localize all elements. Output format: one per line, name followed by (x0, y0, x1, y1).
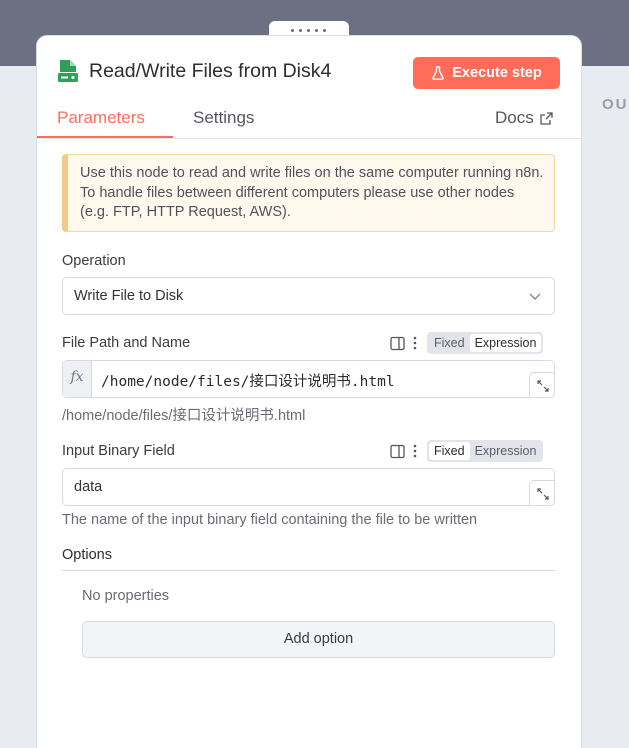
input-binary-label: Input Binary Field (62, 443, 175, 459)
add-option-button[interactable]: Add option (82, 621, 555, 658)
chevron-down-icon (529, 293, 541, 300)
options-empty-text: No properties (82, 588, 170, 604)
output-panel-label: OU (602, 96, 629, 113)
expand-icon (537, 380, 549, 392)
node-notice: Use this node to read and write files on… (62, 154, 555, 232)
active-tab-indicator (37, 136, 173, 138)
operation-select-value: Write File to Disk (74, 288, 184, 304)
node-parameters-panel: Read/Write Files from Disk4 Execute step… (37, 36, 581, 748)
file-path-mode-fixed[interactable]: Fixed (429, 334, 470, 352)
file-path-preview: /home/node/files/接口设计说明书.html (62, 408, 306, 424)
expand-editor-button[interactable] (529, 372, 555, 398)
execute-step-button[interactable]: Execute step (413, 57, 560, 89)
input-binary-mode-toggle: Fixed Expression (427, 440, 544, 462)
more-vertical-icon[interactable] (412, 444, 418, 458)
panel-header: Read/Write Files from Disk4 Execute step… (37, 36, 581, 139)
operation-select[interactable]: Write File to Disk (62, 277, 555, 315)
docs-link[interactable]: Docs (495, 108, 553, 128)
options-label: Options (62, 547, 112, 563)
input-binary-mode-expression[interactable]: Expression (470, 442, 542, 460)
panel-toggle-icon[interactable] (390, 336, 405, 351)
file-path-label: File Path and Name (62, 335, 191, 351)
node-title[interactable]: Read/Write Files from Disk4 (89, 60, 331, 83)
execute-step-label: Execute step (452, 65, 542, 81)
file-path-mode-toggle: Fixed Expression (427, 332, 544, 354)
input-binary-tools: Fixed Expression (390, 440, 544, 462)
file-path-tools: Fixed Expression (390, 332, 544, 354)
operation-label: Operation (62, 253, 126, 269)
file-disk-icon (58, 60, 78, 82)
panel-toggle-icon[interactable] (390, 444, 405, 459)
panel-body: Use this node to read and write files on… (37, 139, 581, 748)
more-vertical-icon[interactable] (412, 336, 418, 350)
file-path-expression-input[interactable]: fx /home/node/files/接口设计说明书.html (62, 360, 555, 398)
flask-icon (432, 66, 444, 80)
expression-fx-icon: fx (63, 361, 92, 397)
input-binary-value: data (74, 479, 103, 495)
expand-editor-button[interactable] (529, 480, 555, 506)
external-link-icon (540, 111, 553, 125)
input-binary-hint: The name of the input binary field conta… (62, 512, 478, 528)
input-binary-field[interactable]: data (62, 468, 555, 506)
input-binary-mode-fixed[interactable]: Fixed (429, 442, 470, 460)
expand-icon (537, 488, 549, 500)
docs-label: Docs (495, 108, 534, 127)
options-divider (62, 570, 555, 571)
tab-settings[interactable]: Settings (193, 108, 254, 128)
file-path-mode-expression[interactable]: Expression (469, 334, 542, 352)
tab-parameters[interactable]: Parameters (57, 108, 145, 128)
file-path-expression-value: /home/node/files/接口设计说明书.html (101, 374, 395, 390)
